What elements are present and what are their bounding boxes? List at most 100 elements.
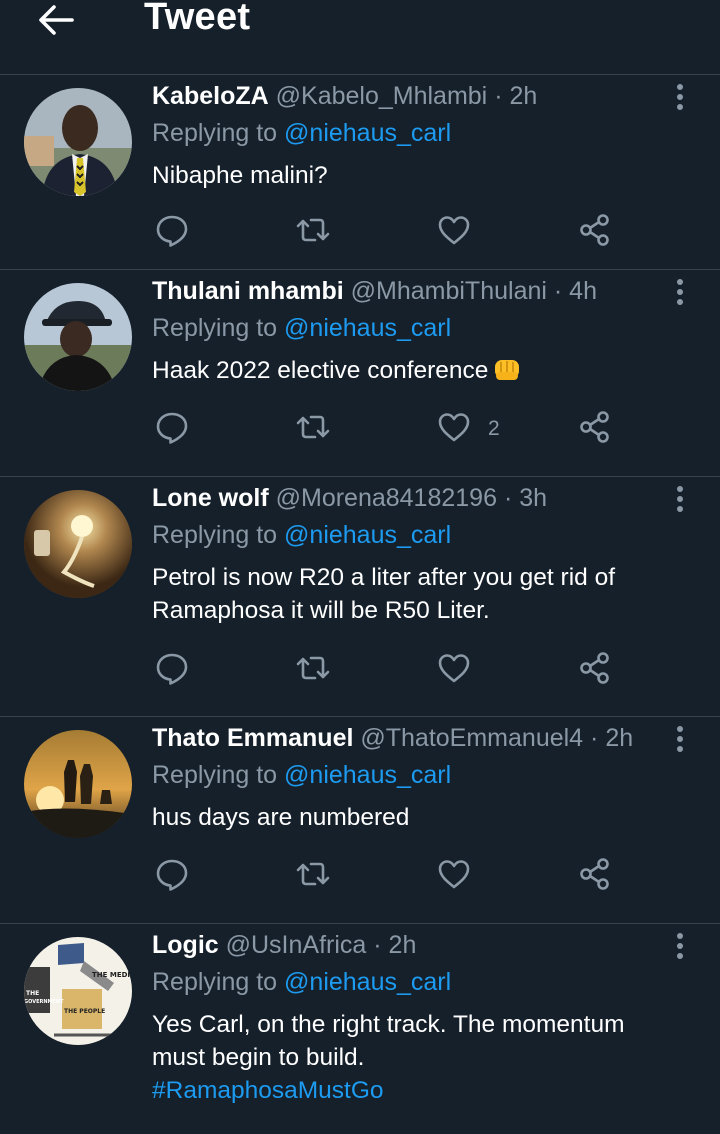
tweet-text: hus days are numbered: [152, 804, 410, 831]
mention-link[interactable]: @niehaus_carl: [284, 968, 451, 996]
share-icon: [580, 411, 609, 443]
share-button[interactable]: [577, 409, 617, 449]
replying-to: Replying to @niehaus_carl: [152, 314, 451, 343]
author-handle[interactable]: @Morena84182196: [276, 484, 497, 512]
author-handle[interactable]: @UsInAfrica: [226, 931, 367, 959]
replying-label: Replying to: [152, 119, 278, 147]
mention-link[interactable]: @niehaus_carl: [284, 119, 451, 147]
more-options-button[interactable]: [666, 276, 694, 312]
replying-to: Replying to @niehaus_carl: [152, 968, 451, 997]
author-name[interactable]: Thato Emmanuel: [152, 724, 353, 752]
more-vertical-icon: [677, 486, 683, 512]
share-button[interactable]: [577, 856, 617, 896]
like-count: 2: [488, 417, 500, 440]
tweet-header: Lone wolf @Morena84182196 · 3h: [152, 484, 547, 513]
more-vertical-icon: [677, 84, 683, 110]
avatar[interactable]: THE MEDIA THE GOVERNMENT THE PEOPLE: [24, 937, 132, 1045]
tweet-reply[interactable]: THE MEDIA THE GOVERNMENT THE PEOPLE Logi…: [0, 924, 720, 1134]
tweet-reply[interactable]: Thato Emmanuel @ThatoEmmanuel4 · 2h Repl…: [0, 717, 720, 924]
heart-icon: [438, 216, 470, 245]
tweet-header: KabeloZA @Kabelo_Mhlambi · 2h: [152, 82, 537, 111]
reply-button[interactable]: [154, 409, 194, 449]
tweet-time[interactable]: 2h: [389, 931, 417, 959]
author-name[interactable]: Lone wolf: [152, 484, 269, 512]
svg-text:GOVERNMENT: GOVERNMENT: [24, 999, 64, 1005]
author-handle[interactable]: @Kabelo_Mhlambi: [276, 82, 488, 110]
like-button[interactable]: [436, 650, 476, 690]
more-vertical-icon: [677, 279, 683, 305]
retweet-button[interactable]: [295, 212, 335, 252]
avatar[interactable]: [24, 730, 132, 838]
share-button[interactable]: [577, 212, 617, 252]
author-handle[interactable]: @ThatoEmmanuel4: [360, 724, 583, 752]
oncoming-fist-icon: [495, 360, 520, 380]
replying-to: Replying to @niehaus_carl: [152, 119, 451, 148]
avatar[interactable]: [24, 88, 132, 196]
tweet-text-container: Haak 2022 elective conference: [152, 354, 692, 387]
tweet-time[interactable]: 2h: [605, 724, 633, 752]
replying-label: Replying to: [152, 314, 278, 342]
tweet-time[interactable]: 2h: [509, 82, 537, 110]
replying-label: Replying to: [152, 761, 278, 789]
reply-button[interactable]: [154, 650, 194, 690]
tweet-text-line: Petrol is now R20 a liter after you get …: [152, 564, 615, 591]
tweet-text: Haak 2022 elective conference: [152, 357, 489, 384]
tweet-text: Nibaphe malini?: [152, 162, 328, 189]
retweet-icon: [296, 862, 330, 886]
tweet-header: Thato Emmanuel @ThatoEmmanuel4 · 2h: [152, 724, 633, 753]
back-button[interactable]: [36, 2, 76, 38]
more-options-button[interactable]: [666, 81, 694, 117]
author-name[interactable]: Thulani mhambi: [152, 277, 344, 305]
reply-button[interactable]: [154, 856, 194, 896]
share-button[interactable]: [577, 650, 617, 690]
tweet-time[interactable]: 3h: [519, 484, 547, 512]
page-title: Tweet: [144, 0, 251, 38]
comment-icon: [156, 653, 188, 685]
author-name[interactable]: Logic: [152, 931, 219, 959]
tweet-actions: [150, 212, 630, 252]
like-button[interactable]: [436, 409, 476, 449]
more-options-button[interactable]: [666, 930, 694, 966]
svg-text:THE PEOPLE: THE PEOPLE: [64, 1008, 105, 1015]
comment-icon: [156, 412, 188, 444]
tweet-text-line: must begin to build.: [152, 1044, 365, 1071]
tweet-text-line: Ramaphosa it will be R50 Liter.: [152, 597, 490, 624]
tweet-text: Petrol is now R20 a liter after you get …: [152, 561, 692, 627]
retweet-button[interactable]: [295, 409, 335, 449]
arrow-left-icon: [39, 5, 74, 35]
mention-link[interactable]: @niehaus_carl: [284, 314, 451, 342]
retweet-button[interactable]: [295, 650, 335, 690]
like-button[interactable]: [436, 856, 476, 896]
replying-to: Replying to @niehaus_carl: [152, 761, 451, 790]
more-vertical-icon: [677, 933, 683, 959]
mention-link[interactable]: @niehaus_carl: [284, 521, 451, 549]
author-name[interactable]: KabeloZA: [152, 82, 269, 110]
like-button[interactable]: [436, 212, 476, 252]
retweet-button[interactable]: [295, 856, 335, 896]
hashtag-link[interactable]: #RamaphosaMustGo: [152, 1074, 692, 1107]
mention-link[interactable]: @niehaus_carl: [284, 761, 451, 789]
author-handle[interactable]: @MhambiThulani: [351, 277, 547, 305]
tweet-text: Yes Carl, on the right track. The moment…: [152, 1008, 692, 1107]
reply-button[interactable]: [154, 212, 194, 252]
svg-text:THE MEDIA: THE MEDIA: [92, 971, 132, 979]
heart-icon: [438, 413, 470, 442]
tweet-reply[interactable]: Thulani mhambi @MhambiThulani · 4h Reply…: [0, 270, 720, 477]
more-options-button[interactable]: [666, 723, 694, 759]
top-bar: Tweet: [0, 0, 720, 75]
tweet-time[interactable]: 4h: [569, 277, 597, 305]
comment-icon: [156, 215, 188, 247]
comment-icon: [156, 859, 188, 891]
separator-dot: ·: [503, 484, 513, 512]
more-options-button[interactable]: [666, 483, 694, 519]
more-vertical-icon: [677, 726, 683, 752]
tweet-reply[interactable]: KabeloZA @Kabelo_Mhlambi · 2h Replying t…: [0, 75, 720, 270]
share-icon: [580, 652, 609, 684]
avatar[interactable]: [24, 490, 132, 598]
share-icon: [580, 858, 609, 890]
avatar[interactable]: [24, 283, 132, 391]
tweet-reply[interactable]: Lone wolf @Morena84182196 · 3h Replying …: [0, 477, 720, 717]
heart-icon: [438, 860, 470, 889]
separator-dot: ·: [590, 724, 599, 752]
retweet-icon: [296, 415, 330, 439]
